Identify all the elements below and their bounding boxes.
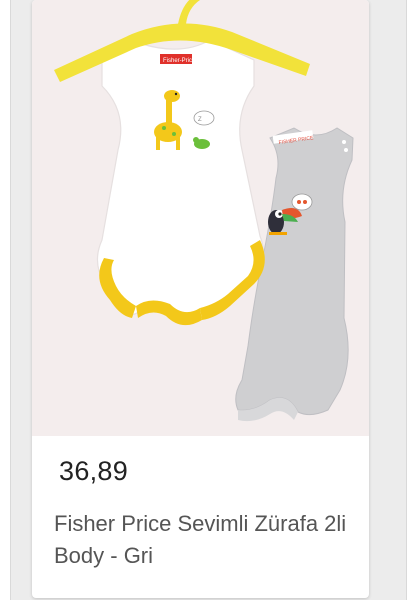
product-title[interactable]: Fisher Price Sevimli Zürafa 2li Body - G… [54,508,354,572]
bodysuits-illustration: FISHER PRICE Fisher-Price Z [54,0,354,422]
next-product-card-edge[interactable] [406,0,415,600]
product-card[interactable]: FISHER PRICE Fisher-Price Z 36,89 Fisher… [32,0,369,598]
product-image[interactable]: FISHER PRICE Fisher-Price Z [32,0,369,436]
svg-text:Z: Z [198,117,202,123]
product-price: 36,89 [59,456,129,486]
white-bodysuit: Fisher-Price Z [96,31,265,326]
brand-tag-text: Fisher-Price [163,58,196,64]
previous-product-card-edge[interactable] [0,0,11,600]
